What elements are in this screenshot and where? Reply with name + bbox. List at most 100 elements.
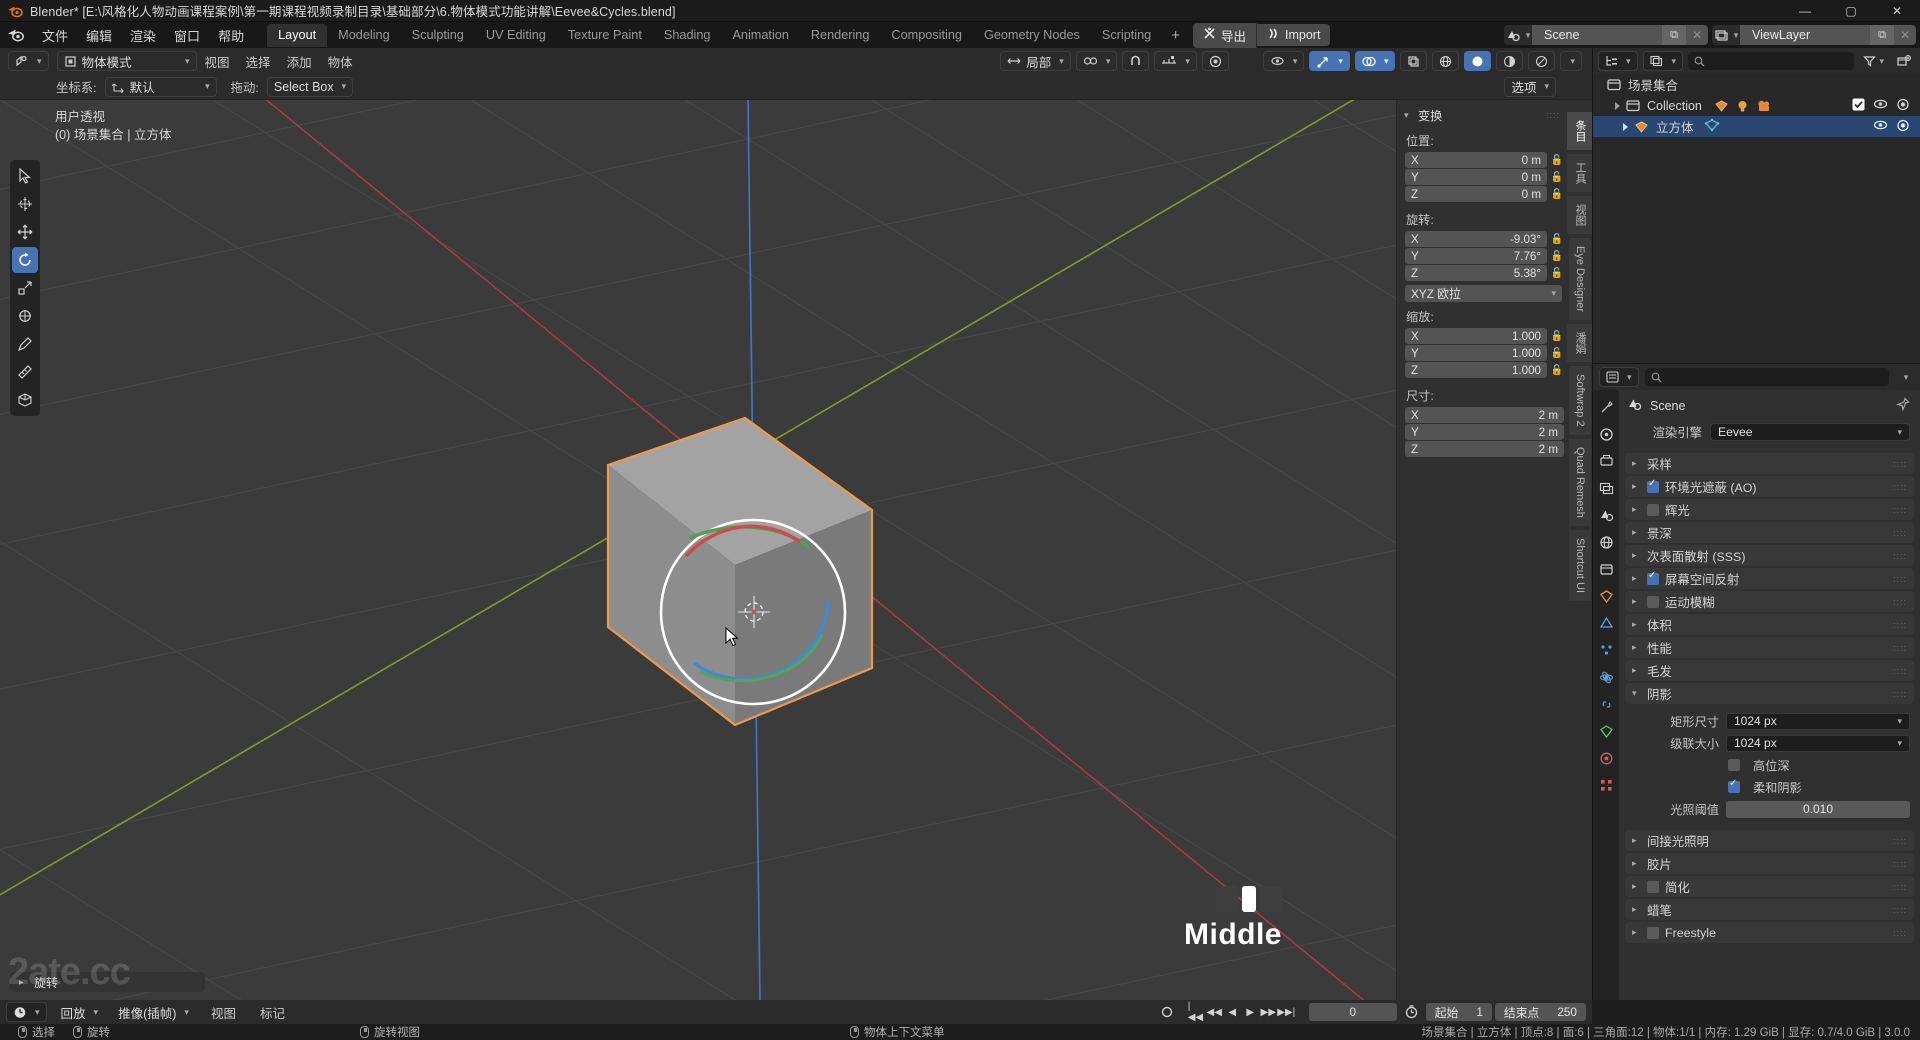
location-x-field[interactable]: X 0 m [1405,152,1547,168]
ambient-occlusion-checkbox[interactable] [1647,478,1659,493]
tab-layout[interactable]: Layout [267,23,328,47]
shading-rendered[interactable] [1528,51,1556,71]
previous-keyframe-button[interactable]: ◀◀ [1206,1003,1223,1021]
eye-icon[interactable] [1873,98,1888,113]
sidebar-tab-panjuan[interactable]: 潘娟 [1567,324,1592,363]
play-reverse-button[interactable]: ◀ [1224,1003,1241,1021]
tab-animation[interactable]: Animation [721,24,799,47]
checkbox-enabled[interactable] [1852,98,1865,114]
viewlayer-copy-button[interactable]: ⧉ [1870,25,1894,45]
scene-icon[interactable]: ▾ [1504,25,1532,45]
freestyle-checkbox[interactable] [1647,926,1659,939]
rotation-z-row[interactable]: Z 5.38° 🔓 [1397,265,1568,282]
viewlayer-clear-button[interactable]: ✕ [1894,25,1916,45]
panel-performance[interactable]: ▸ 性能 :::: [1625,637,1914,658]
viewport-options-popover[interactable]: 选项 ▾ [1504,76,1556,97]
scene-name[interactable]: Scene [1532,25,1662,45]
tab-render-icon[interactable] [1597,425,1615,443]
motion-blur-checkbox[interactable] [1647,595,1659,608]
scene-copy-button[interactable]: ⧉ [1662,25,1686,45]
sidebar-tab-tool[interactable]: 工具 [1567,154,1592,192]
panel-grease-pencil[interactable]: ▸ 蜡笔 :::: [1625,899,1914,920]
sidebar-tab-softwrap[interactable]: Softwrap 2 [1569,366,1591,435]
high-bitdepth-checkbox[interactable] [1728,759,1740,771]
tab-world-icon[interactable] [1597,533,1615,551]
location-y-row[interactable]: Y 0 m 🔓 [1397,169,1568,186]
menu-file[interactable]: 文件 [33,23,77,48]
panel-depth-of-field[interactable]: ▸ 景深 :::: [1625,522,1914,543]
sidebar-tab-view[interactable]: 视图 [1567,196,1592,234]
dimensions-y-row[interactable]: Y 2 m [1397,424,1568,441]
panel-freestyle[interactable]: ▸ Freestyle :::: [1625,922,1914,943]
sidebar-tab-eye-designer[interactable]: Eye Designer [1569,238,1591,321]
viewport-menu-view[interactable]: 视图 [197,52,238,71]
gizmo-toggle[interactable]: ▾ [1309,51,1350,71]
render-engine-selector[interactable]: Eevee ▾ [1710,423,1910,441]
transform-orientation-value[interactable]: 默认 ▾ [104,76,217,97]
dimensions-z-row[interactable]: Z 2 m [1397,441,1568,458]
rotation-z-lock-icon[interactable]: 🔓 [1550,268,1564,279]
shading-wireframe[interactable] [1432,51,1460,71]
menu-help[interactable]: 帮助 [209,23,253,48]
viewlayer-name[interactable]: ViewLayer [1740,25,1870,45]
import-button[interactable]: Import [1257,24,1331,46]
panel-subsurface-scattering[interactable]: ▸ 次表面散射 (SSS) :::: [1625,545,1914,566]
tab-shading[interactable]: Shading [653,24,722,47]
shading-solid[interactable] [1464,51,1492,71]
tab-texture-paint[interactable]: Texture Paint [557,24,653,47]
maximize-button[interactable]: ▢ [1828,0,1874,22]
tool-tweak[interactable] [12,163,38,189]
scale-x-lock-icon[interactable]: 🔓 [1550,331,1564,342]
transform-orientation-selector[interactable]: 局部 ▾ [1000,51,1071,71]
tab-particles-icon[interactable] [1597,641,1615,659]
jump-to-start-button[interactable]: |◀◀ [1188,1001,1205,1023]
disclosure-triangle-icon[interactable] [1615,101,1620,110]
view-layer-icon[interactable]: ▾ [1712,25,1740,45]
frame-start-field[interactable]: 起始 1 [1425,1003,1492,1021]
outliner-filter-button[interactable]: ▾ [1859,52,1888,71]
next-keyframe-button[interactable]: ▶▶ [1260,1003,1277,1021]
3d-viewport[interactable]: 用户透视 (0) 场景集合 | 立方体 ▸ 旋转 Middle ▾ 物体模式 ▾… [0,48,1592,1000]
sidebar-tab-item[interactable]: 条目 [1567,112,1592,150]
rotation-y-field[interactable]: Y 7.76° [1405,248,1547,264]
panel-hair[interactable]: ▸ 毛发 :::: [1625,660,1914,681]
simplify-checkbox[interactable] [1647,880,1659,893]
shadow-cube-size-select[interactable]: 1024 px ▾ [1726,712,1910,730]
panel-motion-blur[interactable]: ▸ 运动模糊 :::: [1625,591,1914,612]
panel-volumetrics[interactable]: ▸ 体积 :::: [1625,614,1914,635]
location-y-lock-icon[interactable]: 🔓 [1550,172,1564,183]
tab-compositing[interactable]: Compositing [880,24,973,47]
scale-z-row[interactable]: Z 1.000 🔓 [1397,362,1568,379]
tab-material-icon[interactable] [1597,749,1615,767]
outliner-display-mode[interactable]: ▾ [1642,51,1684,71]
bloom-checkbox[interactable] [1647,503,1659,516]
outliner-search-input[interactable] [1688,52,1855,70]
scale-x-field[interactable]: X 1.000 [1405,328,1547,344]
rotation-x-lock-icon[interactable]: 🔓 [1550,234,1564,245]
menu-render[interactable]: 渲染 [121,23,165,48]
dimensions-x-field[interactable]: X 2 m [1405,407,1564,423]
rotation-z-field[interactable]: Z 5.38° [1405,265,1547,281]
tab-texture-icon[interactable] [1597,776,1615,794]
tool-measure[interactable] [12,359,38,385]
editor-type-selector[interactable]: ▾ [8,51,49,71]
location-z-lock-icon[interactable]: 🔓 [1550,189,1564,200]
scale-z-lock-icon[interactable]: 🔓 [1550,365,1564,376]
pivot-point-selector[interactable]: ▾ [1075,51,1118,71]
frame-end-field[interactable]: 结束点 250 [1494,1003,1586,1021]
mode-selector[interactable]: 物体模式 ▾ [56,51,197,71]
proportional-editing-toggle[interactable] [1201,51,1229,71]
tab-output-icon[interactable] [1597,452,1615,470]
tab-rendering[interactable]: Rendering [800,24,881,47]
panel-bloom[interactable]: ▸ 辉光 :::: [1625,499,1914,520]
tool-move[interactable] [12,219,38,245]
panel-sampling[interactable]: ▸ 采样 :::: [1625,453,1914,474]
tab-scripting[interactable]: Scripting [1091,24,1162,47]
shading-popover[interactable]: ▾ [1560,51,1582,71]
rotation-y-row[interactable]: Y 7.76° 🔓 [1397,248,1568,265]
tab-sculpting[interactable]: Sculpting [401,24,475,47]
viewlayer-selector[interactable]: ▾ ViewLayer ⧉ ✕ [1712,25,1916,45]
menu-window[interactable]: 窗口 [165,23,209,48]
scale-y-field[interactable]: Y 1.000 [1405,345,1547,361]
tool-add-cube[interactable] [12,387,38,413]
